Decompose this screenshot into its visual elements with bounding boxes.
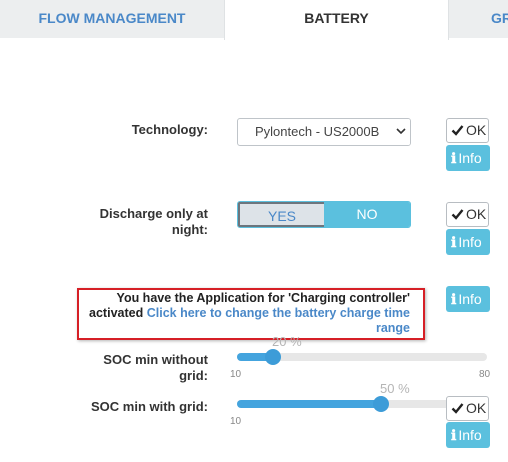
- slider-handle[interactable]: [264, 349, 281, 365]
- soc-with-grid-label: SOC min with grid:: [91, 399, 208, 414]
- slider-min-label: 10: [230, 416, 242, 427]
- soc-with-grid-value: 50 %: [380, 381, 410, 396]
- change-charge-time-link[interactable]: Click here to change the battery charge …: [147, 306, 410, 335]
- discharge-ok-button[interactable]: OK: [446, 202, 489, 227]
- slider-max-label: 80: [479, 369, 491, 380]
- tab-flow-management[interactable]: FLOW MANAGEMENT: [0, 0, 224, 38]
- slider-min-label: 10: [230, 369, 242, 380]
- info-icon: ℹ: [451, 427, 457, 443]
- check-icon: [451, 125, 464, 136]
- discharge-label: Discharge only at night:: [99, 206, 208, 237]
- soc-info-button[interactable]: ℹ Info: [446, 422, 490, 448]
- check-icon: [451, 209, 464, 220]
- tab-battery[interactable]: BATTERY: [224, 0, 449, 40]
- slider-handle[interactable]: [372, 396, 389, 412]
- chevron-down-icon: [392, 119, 410, 145]
- discharge-no-option[interactable]: NO: [324, 202, 410, 227]
- tab-bar: FLOW MANAGEMENT BATTERY GR: [0, 0, 508, 40]
- technology-label: Technology:: [131, 122, 208, 137]
- technology-info-button[interactable]: ℹ Info: [446, 145, 490, 171]
- info-icon: ℹ: [451, 150, 457, 166]
- info-icon: ℹ: [451, 291, 457, 307]
- alert-info-button[interactable]: ℹ Info: [446, 286, 490, 312]
- discharge-toggle: YES NO: [237, 201, 411, 228]
- slider-fill: [237, 400, 381, 408]
- soc-without-grid-slider[interactable]: [237, 349, 487, 365]
- soc-ok-button[interactable]: OK: [446, 396, 489, 421]
- technology-selected-value: Pylontech - US2000B: [255, 124, 380, 139]
- info-icon: ℹ: [451, 234, 457, 250]
- tab-grid[interactable]: GR: [449, 0, 508, 38]
- discharge-info-button[interactable]: ℹ Info: [446, 229, 490, 255]
- technology-ok-button[interactable]: OK: [446, 118, 489, 143]
- discharge-yes-option[interactable]: YES: [238, 202, 324, 227]
- soc-without-grid-label: SOC min without grid:: [103, 352, 208, 383]
- check-icon: [451, 403, 464, 414]
- soc-without-grid-value: 20 %: [272, 334, 302, 349]
- technology-select[interactable]: Pylontech - US2000B: [237, 118, 411, 146]
- charging-controller-alert: You have the Application for 'Charging c…: [77, 288, 425, 340]
